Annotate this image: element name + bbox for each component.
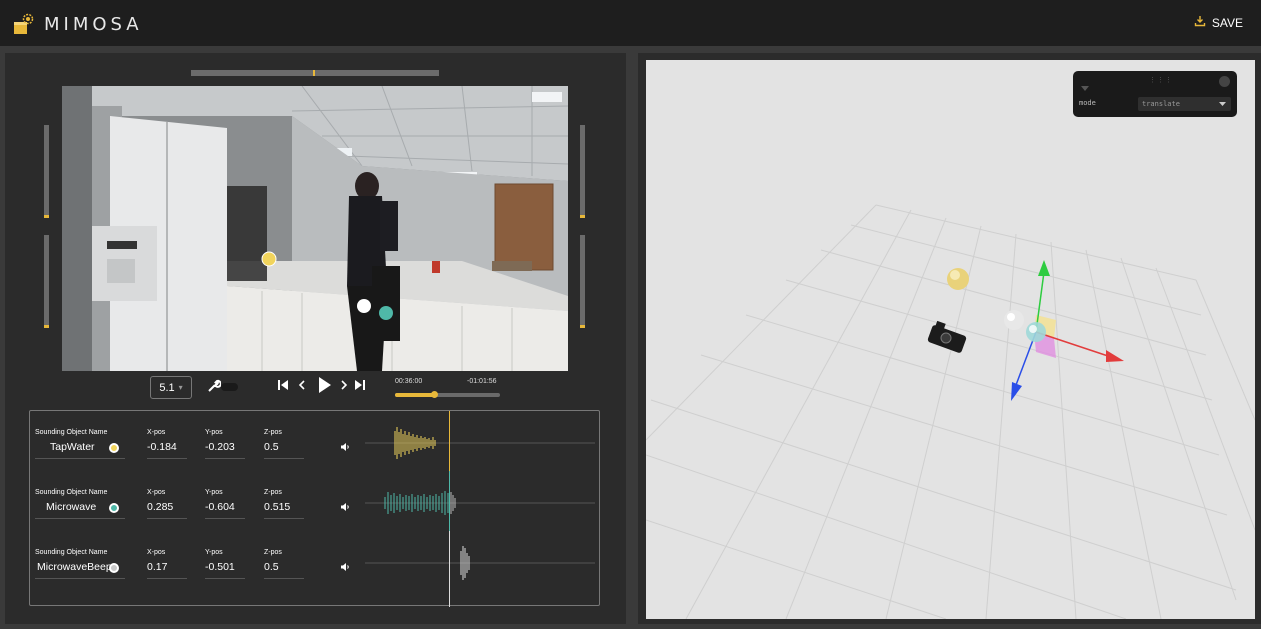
- chevron-down-icon: [1219, 101, 1226, 109]
- top-slider-thumb[interactable]: [313, 70, 315, 76]
- current-time: 00:36:00: [395, 378, 423, 385]
- timeline-playhead[interactable]: [449, 411, 450, 607]
- app-title: MIMOSA: [44, 13, 143, 35]
- volume-icon[interactable]: [340, 439, 350, 457]
- wrench-icon[interactable]: [207, 379, 222, 398]
- volume-icon[interactable]: [340, 559, 350, 577]
- y-label: Y-pos: [205, 549, 223, 556]
- name-label: Sounding Object Name: [35, 429, 108, 436]
- name-label: Sounding Object Name: [35, 489, 108, 496]
- top-slider[interactable]: [191, 70, 439, 76]
- y-label: Y-pos: [205, 429, 223, 436]
- x-label: X-pos: [147, 549, 166, 556]
- remaining-time: -01:01:56: [467, 378, 497, 385]
- video-frame[interactable]: [62, 86, 568, 371]
- right-slider-upper[interactable]: [580, 125, 585, 218]
- chevron-down-icon: ▾: [178, 383, 183, 392]
- waveform[interactable]: [365, 423, 595, 463]
- settings-icon[interactable]: [1219, 76, 1230, 87]
- video-panel: 5.1 ▾ 00:36:00 -01:01:56 Sounding Object…: [5, 53, 626, 624]
- controls-panel: ⋮⋮⋮ mode translate: [1073, 71, 1237, 117]
- y-pos-field[interactable]: -0.604: [205, 501, 245, 519]
- drag-handle-icon[interactable]: ⋮⋮⋮: [1149, 76, 1173, 84]
- scene-panel: ⋮⋮⋮ mode translate: [638, 53, 1261, 624]
- skip-start-icon[interactable]: [277, 378, 289, 397]
- color-marker[interactable]: [109, 443, 119, 453]
- mode-value: translate: [1142, 100, 1180, 108]
- save-button[interactable]: SAVE: [1194, 15, 1243, 30]
- sounding-objects-panel: Sounding Object Name TapWater X-pos -0.1…: [29, 410, 601, 607]
- playback-controls: 5.1 ▾ 00:36:00 -01:01:56: [5, 374, 626, 408]
- mode-select[interactable]: translate: [1138, 97, 1231, 111]
- download-icon: [1194, 15, 1206, 30]
- tool-toggle[interactable]: [221, 383, 238, 391]
- app-logo: MIMOSA: [12, 13, 143, 35]
- speed-select[interactable]: 5.1 ▾: [150, 376, 192, 399]
- right-slider-lower[interactable]: [580, 235, 585, 328]
- skip-end-icon[interactable]: [354, 378, 366, 397]
- z-pos-field[interactable]: 0.515: [264, 501, 304, 519]
- object-row: Sounding Object Name MicrowaveBeep X-pos…: [30, 546, 601, 589]
- step-back-icon[interactable]: [298, 378, 306, 397]
- timeline-progress[interactable]: [395, 391, 500, 398]
- left-slider-lower[interactable]: [44, 235, 49, 328]
- volume-icon[interactable]: [340, 499, 350, 517]
- waveform[interactable]: [365, 483, 595, 523]
- progress-fill: [395, 393, 434, 397]
- left-slider-upper[interactable]: [44, 125, 49, 218]
- x-label: X-pos: [147, 489, 166, 496]
- z-label: Z-pos: [264, 429, 282, 436]
- y-pos-field[interactable]: -0.203: [205, 441, 245, 459]
- z-pos-field[interactable]: 0.5: [264, 561, 304, 579]
- waveform[interactable]: [365, 543, 595, 583]
- z-pos-field[interactable]: 0.5: [264, 441, 304, 459]
- play-icon[interactable]: [318, 376, 332, 399]
- progress-knob[interactable]: [430, 391, 438, 398]
- x-pos-field[interactable]: 0.17: [147, 561, 187, 579]
- logo-icon: [12, 13, 36, 35]
- 3d-viewport[interactable]: ⋮⋮⋮ mode translate: [646, 60, 1255, 619]
- z-label: Z-pos: [264, 549, 282, 556]
- x-pos-field[interactable]: -0.184: [147, 441, 187, 459]
- color-marker[interactable]: [109, 563, 119, 573]
- speed-value: 5.1: [159, 381, 175, 394]
- z-label: Z-pos: [264, 489, 282, 496]
- save-label: SAVE: [1211, 15, 1243, 30]
- x-label: X-pos: [147, 429, 166, 436]
- floor-grid: [646, 204, 1255, 619]
- x-pos-field[interactable]: 0.285: [147, 501, 187, 519]
- name-label: Sounding Object Name: [35, 549, 108, 556]
- y-pos-field[interactable]: -0.501: [205, 561, 245, 579]
- app-header: MIMOSA SAVE: [0, 0, 1261, 46]
- mode-row: mode translate: [1073, 95, 1237, 113]
- object-row: Sounding Object Name TapWater X-pos -0.1…: [30, 427, 601, 469]
- object-row: Sounding Object Name Microwave X-pos 0.2…: [30, 489, 601, 529]
- mode-label: mode: [1079, 99, 1096, 107]
- color-marker[interactable]: [109, 503, 119, 513]
- y-label: Y-pos: [205, 489, 223, 496]
- step-forward-icon[interactable]: [340, 378, 348, 397]
